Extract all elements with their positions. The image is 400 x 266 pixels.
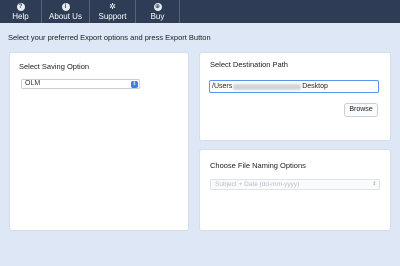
destination-title: Select Destination Path: [210, 60, 288, 69]
chevron-updown-icon: ⇕: [131, 81, 138, 88]
browse-button[interactable]: Browse: [344, 103, 378, 117]
about-us-button[interactable]: i About Us: [42, 0, 90, 23]
about-us-label: About Us: [49, 11, 82, 21]
buy-button[interactable]: ⊕ Buy: [136, 0, 180, 23]
saving-option-value: OLM: [25, 80, 41, 87]
cart-icon: ⊕: [153, 2, 162, 11]
naming-option-value: Subject + Date (dd-mm-yyyy): [215, 181, 300, 188]
help-button[interactable]: ? Help: [0, 0, 42, 23]
support-label: Support: [98, 11, 127, 21]
saving-option-title: Select Saving Option: [19, 62, 90, 71]
instruction-text: Select your preferred Export options and…: [8, 33, 211, 42]
buy-label: Buy: [150, 11, 165, 21]
chevron-updown-icon: ⇕: [372, 181, 377, 187]
saving-option-select[interactable]: OLM ⇕: [21, 79, 140, 89]
toolbar: ? Help i About Us ✲ Support ⊕ Buy: [0, 0, 400, 23]
destination-path-input[interactable]: /Users Desktop: [209, 80, 379, 93]
path-suffix: Desktop: [302, 82, 328, 90]
help-label: Help: [12, 11, 29, 21]
naming-option-select[interactable]: Subject + Date (dd-mm-yyyy) ⇕: [210, 179, 380, 190]
naming-title: Choose File Naming Options: [210, 161, 306, 170]
redacted-username: [233, 83, 302, 90]
path-prefix: /Users: [212, 82, 233, 90]
saving-option-panel: Select Saving Option OLM ⇕: [9, 52, 189, 231]
support-button[interactable]: ✲ Support: [90, 0, 136, 23]
gear-icon: ✲: [109, 1, 116, 11]
destination-panel: Select Destination Path: [199, 52, 391, 141]
help-icon: ?: [16, 2, 25, 11]
naming-panel: Choose File Naming Options Subject + Dat…: [199, 149, 391, 231]
info-icon: i: [61, 2, 70, 11]
